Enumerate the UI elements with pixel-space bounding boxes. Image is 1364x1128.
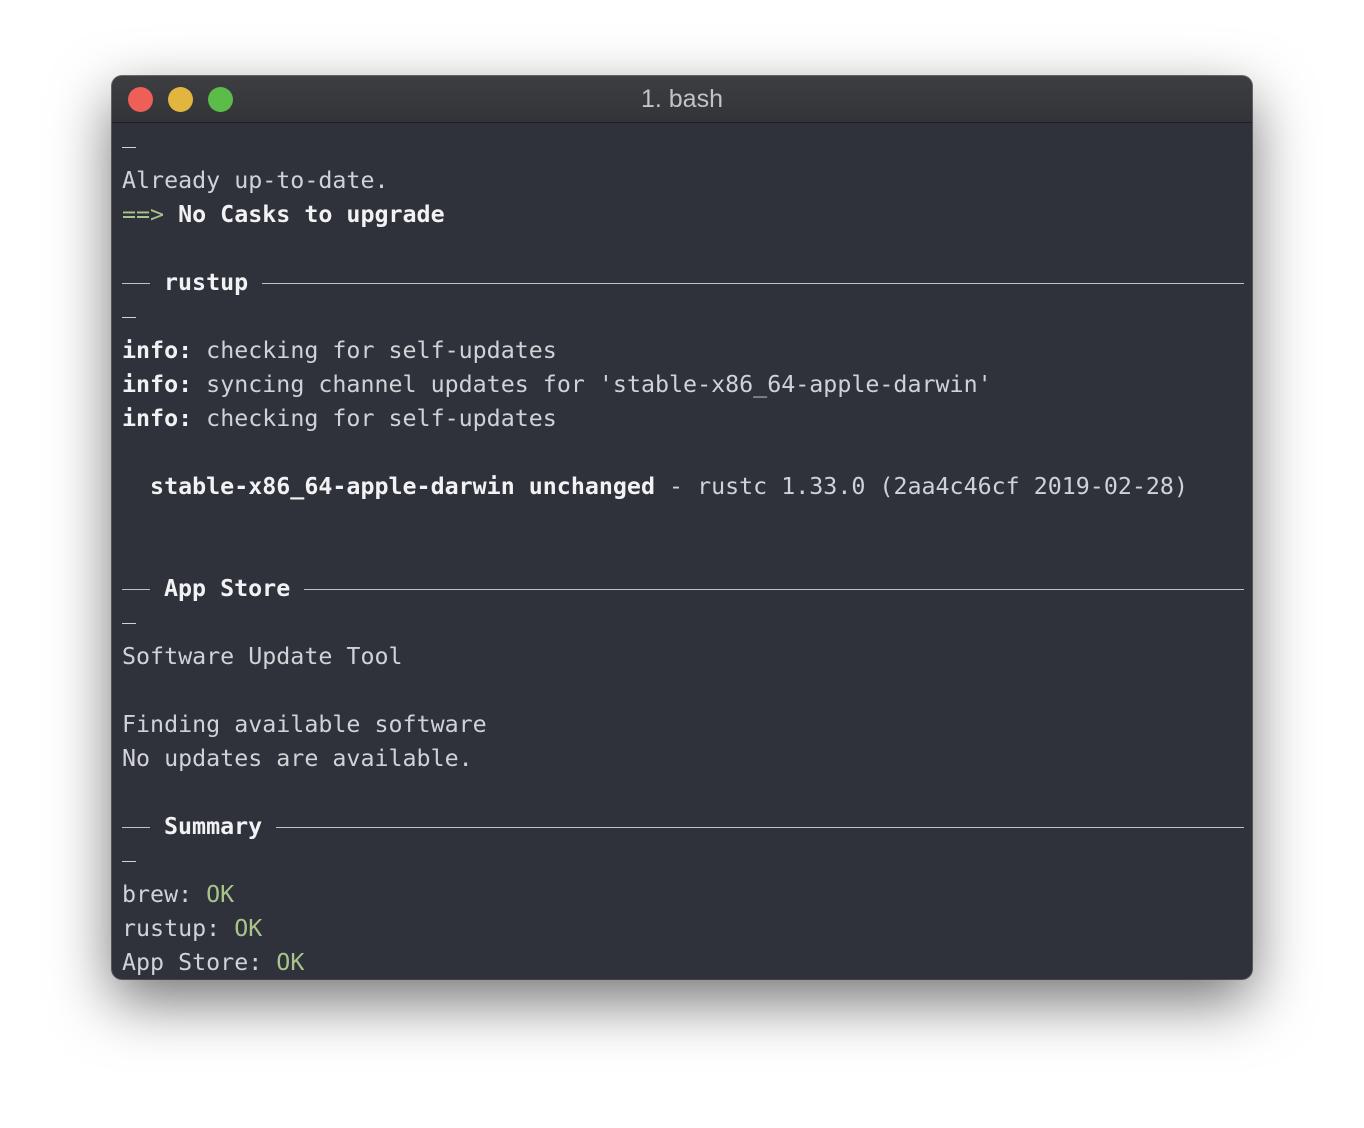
rule-tail [262, 282, 1244, 284]
dash-mark [122, 317, 136, 318]
separator-dash-line [122, 300, 1244, 334]
output-line: Software Update Tool [122, 643, 403, 670]
output-line: ==> No Casks to upgrade [122, 198, 1244, 232]
toolchain-version: - rustc 1.33.0 (2aa4c46cf 2019-02-28) [655, 473, 1188, 500]
section-header-app-store: App Store [122, 572, 1244, 606]
output-line: Finding available software [122, 711, 487, 738]
status-ok: OK [234, 915, 263, 942]
no-casks-message: No Casks to upgrade [178, 201, 445, 228]
arrow-prompt: ==> [122, 201, 165, 228]
separator-dash-line [122, 606, 1244, 640]
summary-label: App Store: [122, 949, 277, 976]
terminal-window: 1. bash Already up-to-date. ==> No Casks… [112, 76, 1252, 979]
info-label: info: [122, 337, 193, 364]
dash-mark [122, 623, 136, 624]
separator-dash-line [122, 844, 1244, 878]
output-line: Already up-to-date. [122, 167, 389, 194]
output-line: info: syncing channel updates for 'stabl… [122, 368, 1244, 402]
output-line: No updates are available. [122, 745, 473, 772]
terminal-output[interactable]: Already up-to-date. ==> No Casks to upgr… [122, 126, 1244, 979]
section-title: Summary [164, 813, 263, 840]
title-bar[interactable]: 1. bash [112, 76, 1252, 123]
rule-tail [304, 588, 1244, 590]
summary-label: brew: [122, 881, 207, 908]
section-header-rustup: rustup [122, 266, 1244, 300]
rule-lead [122, 826, 150, 828]
dash-mark [122, 861, 136, 862]
info-text: syncing channel updates for 'stable-x86_… [192, 371, 992, 398]
info-label: info: [122, 371, 193, 398]
rule-lead [122, 588, 150, 590]
summary-line-brew: brew: OK [122, 878, 1244, 912]
section-header-summary: Summary [122, 810, 1244, 844]
status-ok: OK [276, 949, 305, 976]
toolchain-status: stable-x86_64-apple-darwin unchanged [122, 473, 655, 500]
info-label: info: [122, 405, 193, 432]
info-text: checking for self-updates [192, 405, 557, 432]
section-title: rustup [164, 269, 249, 296]
output-line: info: checking for self-updates [122, 334, 1244, 368]
output-line: info: checking for self-updates [122, 402, 1244, 436]
status-ok: OK [206, 881, 235, 908]
rule-tail [276, 826, 1244, 828]
window-title: 1. bash [640, 85, 723, 113]
dash-mark [122, 147, 136, 148]
summary-line-rustup: rustup: OK [122, 912, 1244, 946]
info-text: checking for self-updates [192, 337, 557, 364]
separator-dash-line [122, 130, 1244, 164]
summary-label: rustup: [122, 915, 235, 942]
rule-lead [122, 282, 150, 284]
summary-line-app-store: App Store: OK [122, 946, 1244, 979]
section-title: App Store [164, 575, 291, 602]
output-line: stable-x86_64-apple-darwin unchanged - r… [122, 470, 1244, 504]
